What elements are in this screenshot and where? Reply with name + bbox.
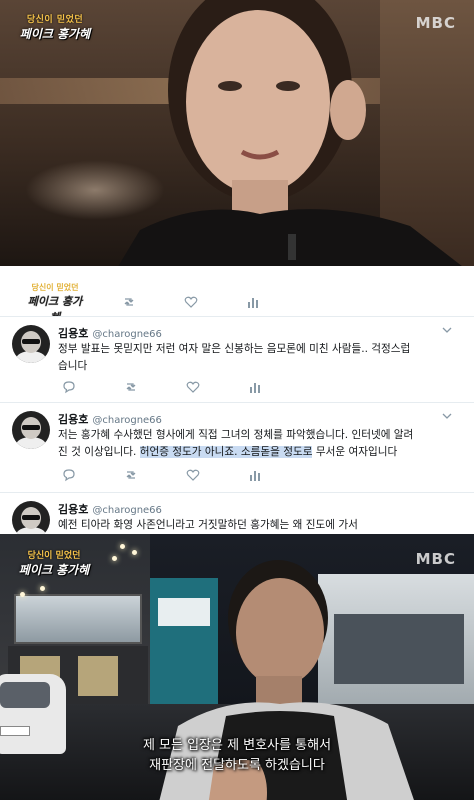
- stats-button[interactable]: [248, 467, 310, 483]
- tweet-actions: [62, 379, 322, 395]
- highlighted-text: 허언증 정도가 아니죠. 소름돋을 정도로: [139, 446, 313, 458]
- tweet-text-part: 무서운 여자입니다: [312, 446, 398, 458]
- tweet-author-handle[interactable]: @charogne66: [92, 505, 162, 516]
- reply-icon: [63, 469, 75, 482]
- interview-panel-street: 당신이 믿었던 페이크 홍가혜 MBC 제 모든 입장은 제 변호사를 통해서 …: [0, 534, 474, 800]
- retweet-icon: [126, 383, 136, 391]
- tweets-capture-panel: 당신이 믿었던 페이크 홍가혜 김용호@charogne66 정부 발표는 못믿…: [0, 266, 474, 534]
- tweet-text: 저는 홍가혜 수사했던 형사에게 직접 그녀의 정체를 파악했습니다. 인터넷에…: [58, 427, 450, 461]
- show-logo-subtitle: 당신이 믿었던: [27, 551, 81, 561]
- avatar[interactable]: [12, 411, 50, 449]
- retweet-button[interactable]: [122, 294, 184, 310]
- woman-interviewee-image: [118, 0, 462, 266]
- retweet-icon: [126, 471, 136, 479]
- show-logo-title: 페이크 홍가혜: [18, 563, 90, 577]
- subtitle: 제 모든 입장은 제 변호사를 통해서 재판장에 전달하도록 하겠습니다: [0, 736, 474, 776]
- tweet-item[interactable]: 김용호 @charogne66 저는 홍가혜 수사했던 형사에게 직접 그녀의 정…: [0, 402, 474, 492]
- show-logo: 당신이 믿었던 페이크 홍가혜: [14, 12, 96, 42]
- avatar[interactable]: [12, 325, 50, 363]
- like-button[interactable]: [184, 294, 246, 310]
- stats-icon: [250, 383, 260, 393]
- tweet-author-handle[interactable]: @charogne66: [92, 415, 162, 426]
- avatar[interactable]: [12, 501, 50, 534]
- stats-button[interactable]: [246, 294, 308, 310]
- like-icon: [184, 296, 198, 308]
- retweet-icon: [124, 298, 134, 306]
- tweet-author-name[interactable]: 김용호: [58, 327, 88, 340]
- retweet-button[interactable]: [124, 379, 186, 395]
- show-logo-subtitle: 당신이 믿었던: [26, 15, 84, 25]
- stats-icon: [250, 471, 260, 481]
- tweet-text: 정부 발표는 못믿지만 저런 여자 말은 신봉하는 음모론에 미친 사람들.. …: [58, 343, 411, 372]
- reply-icon: [63, 381, 75, 394]
- tweet-item[interactable]: 김용호 @charogne66 정부 발표는 못믿지만 저런 여자 말은 신봉하는…: [0, 316, 474, 402]
- like-button[interactable]: [186, 379, 248, 395]
- tweet-author-name[interactable]: 김용호: [58, 413, 88, 426]
- mbc-logo: MBC: [415, 14, 456, 32]
- stats-icon: [248, 298, 258, 308]
- show-logo: 당신이 믿었던 페이크 홍가혜: [12, 548, 96, 578]
- chevron-down-icon[interactable]: [442, 325, 452, 335]
- like-icon: [186, 381, 200, 393]
- chevron-down-icon[interactable]: [442, 411, 452, 421]
- stats-button[interactable]: [248, 379, 310, 395]
- tweet-author-name[interactable]: 김용호: [58, 503, 88, 516]
- retweet-button[interactable]: [124, 467, 186, 483]
- tweet-actions: [122, 294, 382, 310]
- like-icon: [186, 469, 200, 481]
- reply-button[interactable]: [62, 467, 124, 483]
- like-button[interactable]: [186, 467, 248, 483]
- reply-button[interactable]: [62, 379, 124, 395]
- tweet-actions: [62, 467, 322, 483]
- show-logo-subtitle: 당신이 믿었던: [31, 283, 79, 292]
- mbc-logo: MBC: [415, 550, 456, 568]
- interview-panel-woman: 당신이 믿었던 페이크 홍가혜 MBC: [0, 0, 474, 266]
- subtitle-line: 제 모든 입장은 제 변호사를 통해서: [142, 738, 332, 753]
- tweet-text: 예전 티아라 화영 사존언니라고 거짓말하던 홍가혜는 왜 진도에 가서 또 거…: [58, 519, 358, 531]
- subtitle-line: 재판장에 전달하도록 하겠습니다: [149, 758, 325, 773]
- show-logo-title: 페이크 홍가혜: [19, 27, 91, 41]
- tweet-author-handle[interactable]: @charogne66: [92, 329, 162, 340]
- tweet-item[interactable]: 김용호 @charogne66 예전 티아라 화영 사존언니라고 거짓말하던 홍가…: [0, 492, 474, 534]
